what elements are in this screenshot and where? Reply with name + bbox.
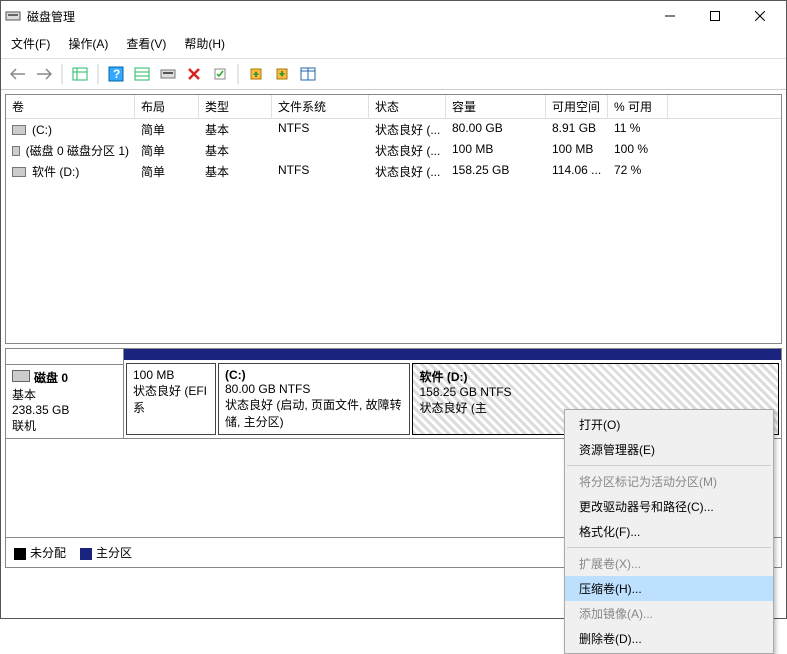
disk-management-window: 磁盘管理 文件(F) 操作(A) 查看(V) 帮助(H) ? 卷 布局 类型	[0, 0, 787, 619]
partition-efi[interactable]: 100 MB 状态良好 (EFI 系	[126, 363, 216, 435]
col-type[interactable]: 类型	[199, 95, 272, 118]
legend-primary-swatch	[80, 548, 92, 560]
forward-button[interactable]	[33, 63, 55, 85]
menu-file[interactable]: 文件(F)	[9, 33, 52, 54]
legend-primary: 主分区	[96, 546, 132, 560]
volume-pct: 100 %	[608, 141, 668, 160]
ctx-mark-active: 将分区标记为活动分区(M)	[565, 469, 773, 494]
ctx-extend: 扩展卷(X)...	[565, 551, 773, 576]
app-icon	[5, 8, 21, 24]
back-button[interactable]	[7, 63, 29, 85]
legend-unalloc: 未分配	[30, 546, 66, 560]
volume-capacity: 80.00 GB	[446, 120, 546, 139]
disk-size: 238.35 GB	[12, 403, 117, 417]
volume-fs: NTFS	[272, 120, 369, 139]
part-title: (C:)	[225, 368, 403, 382]
down-icon[interactable]	[271, 63, 293, 85]
partition-c[interactable]: (C:) 80.00 GB NTFS 状态良好 (启动, 页面文件, 故障转储,…	[218, 363, 410, 435]
help-icon[interactable]: ?	[105, 63, 127, 85]
disk-icon	[12, 370, 30, 382]
part-size: 158.25 GB NTFS	[419, 385, 772, 399]
volume-list: 卷 布局 类型 文件系统 状态 容量 可用空间 % 可用 (C:)简单基本NTF…	[5, 94, 782, 344]
volume-icon	[12, 146, 20, 156]
maximize-button[interactable]	[692, 2, 737, 30]
volume-free: 8.91 GB	[546, 120, 608, 139]
col-fs[interactable]: 文件系统	[272, 95, 369, 118]
volume-pct: 72 %	[608, 162, 668, 181]
volume-free: 100 MB	[546, 141, 608, 160]
volume-type: 基本	[199, 162, 272, 181]
volume-free: 114.06 ...	[546, 162, 608, 181]
view-detail-icon[interactable]	[131, 63, 153, 85]
menu-action[interactable]: 操作(A)	[66, 33, 110, 54]
col-free[interactable]: 可用空间	[546, 95, 608, 118]
volume-status: 状态良好 (...	[369, 120, 446, 139]
volume-name: 软件 (D:)	[32, 163, 79, 180]
properties-icon[interactable]	[209, 63, 231, 85]
volume-layout: 简单	[135, 120, 199, 139]
col-volume[interactable]: 卷	[6, 95, 135, 118]
part-size: 100 MB	[133, 368, 209, 382]
volume-capacity: 100 MB	[446, 141, 546, 160]
volume-type: 基本	[199, 141, 272, 160]
context-menu: 打开(O) 资源管理器(E) 将分区标记为活动分区(M) 更改驱动器号和路径(C…	[564, 409, 774, 654]
view-list-icon[interactable]	[69, 63, 91, 85]
svg-text:?: ?	[113, 67, 120, 81]
disk-state: 联机	[12, 417, 117, 434]
volume-row[interactable]: 软件 (D:) 简单基本NTFS状态良好 (...158.25 GB114.06 …	[6, 161, 781, 182]
ctx-shrink[interactable]: 压缩卷(H)...	[565, 576, 773, 601]
settings-icon[interactable]	[157, 63, 179, 85]
volume-layout: 简单	[135, 162, 199, 181]
volume-capacity: 158.25 GB	[446, 162, 546, 181]
disk-label: 磁盘 0	[34, 371, 68, 385]
volume-fs	[272, 141, 369, 160]
col-capacity[interactable]: 容量	[446, 95, 546, 118]
disk-info[interactable]: 磁盘 0 基本 238.35 GB 联机	[6, 365, 123, 438]
toolbar: ?	[1, 59, 786, 90]
menu-help[interactable]: 帮助(H)	[182, 33, 227, 54]
menu-view[interactable]: 查看(V)	[124, 33, 168, 54]
part-status: 状态良好 (启动, 页面文件, 故障转储, 主分区)	[225, 396, 403, 430]
volume-pct: 11 %	[608, 120, 668, 139]
part-title: 软件 (D:)	[419, 368, 772, 385]
titlebar: 磁盘管理	[1, 1, 786, 31]
part-size: 80.00 GB NTFS	[225, 382, 403, 396]
ctx-format[interactable]: 格式化(F)...	[565, 519, 773, 544]
volume-status: 状态良好 (...	[369, 141, 446, 160]
window-title: 磁盘管理	[27, 8, 647, 25]
volume-name: (磁盘 0 磁盘分区 1)	[26, 142, 129, 159]
ctx-explorer[interactable]: 资源管理器(E)	[565, 437, 773, 462]
ctx-mirror: 添加镜像(A)...	[565, 601, 773, 626]
up-icon[interactable]	[245, 63, 267, 85]
ctx-open[interactable]: 打开(O)	[565, 412, 773, 437]
volume-row[interactable]: (C:) 简单基本NTFS状态良好 (...80.00 GB8.91 GB11 %	[6, 119, 781, 140]
col-pct[interactable]: % 可用	[608, 95, 668, 118]
delete-icon[interactable]	[183, 63, 205, 85]
volume-status: 状态良好 (...	[369, 162, 446, 181]
disk-kind: 基本	[12, 386, 117, 403]
menubar: 文件(F) 操作(A) 查看(V) 帮助(H)	[1, 31, 786, 59]
ctx-delete[interactable]: 删除卷(D)...	[565, 626, 773, 651]
minimize-button[interactable]	[647, 2, 692, 30]
ctx-change-letter[interactable]: 更改驱动器号和路径(C)...	[565, 494, 773, 519]
volume-icon	[12, 167, 26, 177]
volume-icon	[12, 125, 26, 135]
column-headers: 卷 布局 类型 文件系统 状态 容量 可用空间 % 可用	[6, 95, 781, 119]
part-status: 状态良好 (EFI 系	[133, 382, 209, 416]
volume-fs: NTFS	[272, 162, 369, 181]
col-status[interactable]: 状态	[369, 95, 446, 118]
close-button[interactable]	[737, 2, 782, 30]
volume-name: (C:)	[32, 123, 52, 137]
volume-row[interactable]: (磁盘 0 磁盘分区 1)简单基本状态良好 (...100 MB100 MB10…	[6, 140, 781, 161]
table-icon[interactable]	[297, 63, 319, 85]
legend-unalloc-swatch	[14, 548, 26, 560]
col-layout[interactable]: 布局	[135, 95, 199, 118]
volume-layout: 简单	[135, 141, 199, 160]
volume-type: 基本	[199, 120, 272, 139]
